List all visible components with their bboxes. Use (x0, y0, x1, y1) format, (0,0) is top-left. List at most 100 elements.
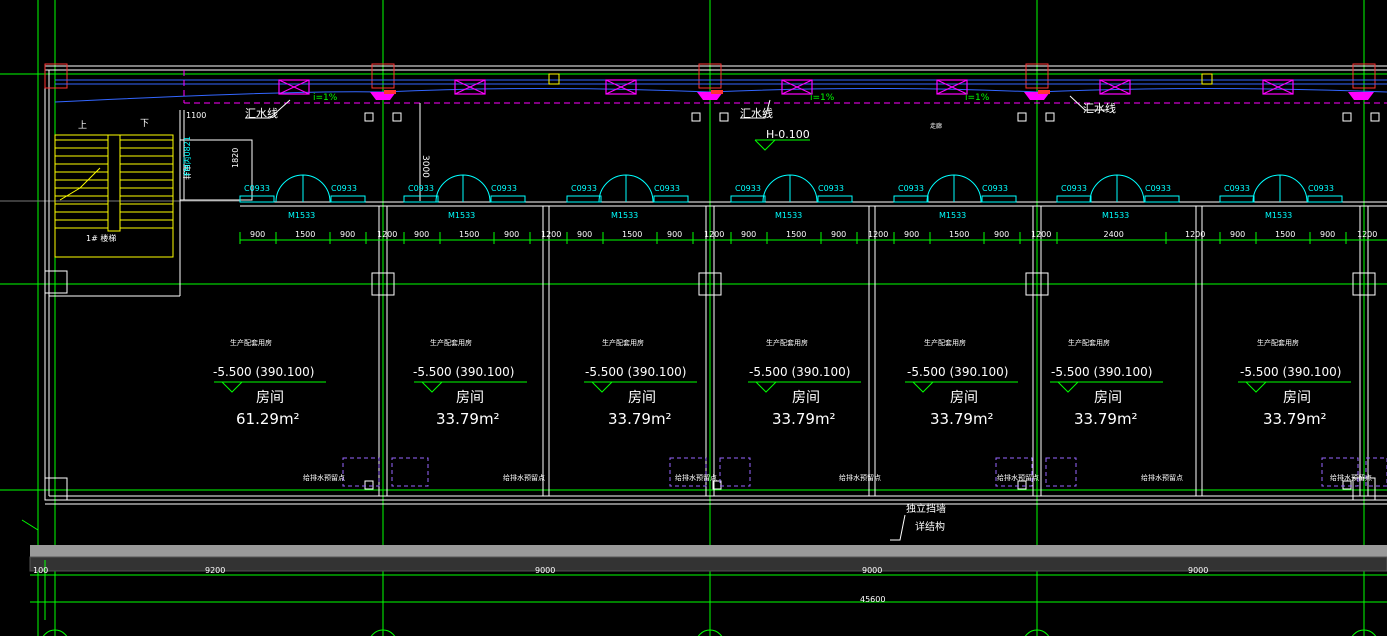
door-leaf (462, 174, 491, 203)
dim-value: 1200 (1031, 230, 1051, 239)
door-leaf (1279, 174, 1308, 203)
window (1307, 195, 1343, 203)
room-name: 房间 (792, 390, 820, 406)
window (566, 195, 602, 203)
dim-value: 1500 (459, 230, 479, 239)
cad-floor-plan: C0933 C0933 M1533 C0933 C0933 M1533 C0933 C0933… (0, 0, 1387, 636)
drain-label-3: 汇水线 (1083, 101, 1116, 115)
dim-value: 1500 (1275, 230, 1295, 239)
level-markers (214, 139, 1351, 393)
door-label: M1533 (448, 211, 475, 220)
window-label: C0933 (408, 184, 434, 193)
window-label: C0933 (244, 184, 270, 193)
dim-total: 45600 (860, 595, 885, 604)
slope-label-1: i=1% (313, 93, 338, 103)
room-use: 生产配套用房 (1257, 338, 1299, 347)
dim-value: 2400 (1104, 230, 1124, 239)
dim-value: 900 (667, 230, 682, 239)
window (490, 195, 526, 203)
water-point-label: 给排水预留点 (675, 473, 717, 482)
room-level: -5.500 (390.100) (1051, 365, 1152, 379)
drain-label-1: 汇水线 (245, 106, 278, 120)
dim-value: 900 (1230, 230, 1245, 239)
dim-value: 900 (741, 230, 756, 239)
ground-strip (21, 519, 1387, 620)
room-area: 61.29m² (236, 410, 300, 428)
door-label: M1533 (775, 211, 802, 220)
slope-label-3: i=1% (965, 93, 990, 103)
drain-label-2: 汇水线 (740, 106, 773, 120)
dimension-ticks: 900 1500 900 1200 900 1500 900 1200 900 1500 900 12… (239, 230, 1377, 244)
doors: C0933 C0933 M1533 C0933 C0933 M1533 C0933 C0933… (239, 174, 1343, 220)
door-leaf (1089, 174, 1118, 203)
room-level: -5.500 (390.100) (749, 365, 850, 379)
water-point-label: 给排水预留点 (1330, 473, 1372, 482)
floor-drains (370, 73, 1374, 100)
dim-9000-b: 9000 (862, 566, 882, 575)
room-name: 房间 (1094, 390, 1122, 406)
corridor-label: 走廊 (930, 122, 942, 130)
window (653, 195, 689, 203)
room-level: -5.500 (390.100) (413, 365, 514, 379)
elevator-dim: 1820 (231, 148, 240, 168)
elevator-door: FM丙0821 (183, 136, 192, 176)
room-level: -5.500 (390.100) (585, 365, 686, 379)
room-use: 生产配套用房 (602, 338, 644, 347)
window-label: C0933 (491, 184, 517, 193)
corridor-services (54, 70, 1387, 201)
window (981, 195, 1017, 203)
water-point-label: 给排水预留点 (997, 473, 1039, 482)
window (817, 195, 853, 203)
window-label: C0933 (1145, 184, 1171, 193)
exhaust-fans (278, 79, 1294, 95)
dim-value: 900 (1320, 230, 1335, 239)
dim-value: 900 (414, 230, 429, 239)
room-level: -5.500 (390.100) (907, 365, 1008, 379)
detail-note: 详结构 (915, 520, 945, 533)
elevation-label: H-0.100 (766, 128, 810, 141)
slope-label-2: i=1% (810, 93, 835, 103)
window-label: C0933 (654, 184, 680, 193)
dim-value: 1200 (868, 230, 888, 239)
window-label: C0933 (898, 184, 924, 193)
window-label: C0933 (1308, 184, 1334, 193)
retaining-wall: 独立挡墙 (906, 502, 946, 515)
water-point-label: 给排水预留点 (503, 473, 545, 482)
door-label: M1533 (611, 211, 638, 220)
room-use: 生产配套用房 (230, 338, 272, 347)
window (1219, 195, 1255, 203)
door-leaf (1252, 174, 1281, 203)
window (403, 195, 439, 203)
dim-value: 1500 (622, 230, 642, 239)
room-name: 房间 (256, 390, 284, 406)
door-leaf (598, 174, 627, 203)
room-use: 生产配套用房 (430, 338, 472, 347)
room-use: 生产配套用房 (1068, 338, 1110, 347)
dim-value: 900 (340, 230, 355, 239)
stair-label: 1# 楼梯 (86, 233, 116, 243)
door-leaf (275, 174, 304, 203)
dim-value: 1200 (377, 230, 397, 239)
window-label: C0933 (818, 184, 844, 193)
text-layer: i=1% i=1% i=1% 汇水线 汇水线 汇水线 H-0.100 3000 … (33, 93, 1208, 604)
dim-value: 1200 (704, 230, 724, 239)
room-area: 33.79m² (1263, 410, 1327, 428)
window (730, 195, 766, 203)
dim-value: 1500 (295, 230, 315, 239)
dim-100: 100 (33, 566, 48, 575)
dim-9200: 9200 (205, 566, 225, 575)
dim-value: 900 (831, 230, 846, 239)
door-leaf (762, 174, 791, 203)
dim-9000-a: 9000 (535, 566, 555, 575)
room-name: 房间 (1283, 390, 1311, 406)
room-area: 33.79m² (608, 410, 672, 428)
dim-value: 900 (250, 230, 265, 239)
room-name: 房间 (628, 390, 656, 406)
water-point-label: 给排水预留点 (303, 473, 345, 482)
window-label: C0933 (1224, 184, 1250, 193)
door-leaf (926, 174, 955, 203)
window (1144, 195, 1180, 203)
room-use: 生产配套用房 (766, 338, 808, 347)
door-leaf (435, 174, 464, 203)
door-leaf (1116, 174, 1145, 203)
